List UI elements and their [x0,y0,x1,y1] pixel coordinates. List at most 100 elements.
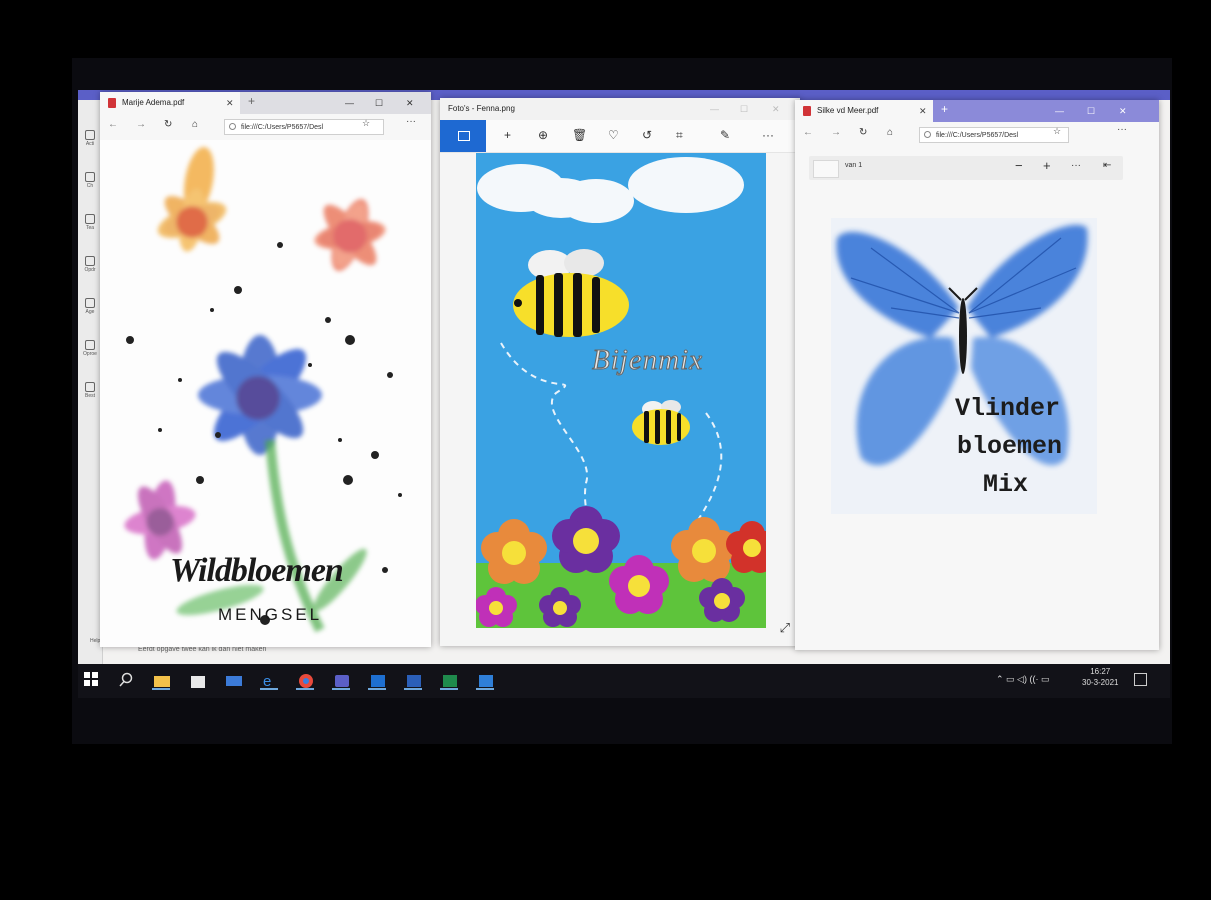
page-number-field[interactable] [813,160,839,178]
tab-silke-vd-meer[interactable]: Silke vd Meer.pdf ✕ [795,100,933,122]
edge-pdf-window-2: Silke vd Meer.pdf ✕ + — ☐ ✕ ← → ↻ ⌂ file… [795,100,1159,650]
word-icon[interactable] [404,672,422,690]
pdf-page: Wildbloemen MENGSEL [100,140,431,647]
close-window-button[interactable]: ✕ [406,92,414,114]
store-icon[interactable] [188,672,206,688]
notification-icon[interactable] [1134,673,1147,686]
address-bar: ← → ↻ ⌂ file:///C:/Users/P5657/Desl ☆ ··… [100,114,431,141]
butterfly-illustration: Vlinder bloemen Mix [831,218,1097,514]
image-icon [458,131,470,141]
see-all-photos-button[interactable] [440,120,486,152]
maximize-button[interactable]: ☐ [740,98,748,120]
favorite-star-icon[interactable]: ☆ [362,118,370,129]
pin-toolbar-icon[interactable]: ⇤ [1103,160,1111,171]
refresh-icon[interactable]: ↻ [859,127,867,138]
zoom-out-button[interactable]: − [1015,158,1023,173]
mail-icon[interactable] [224,672,242,688]
minimize-button[interactable]: — [710,98,719,120]
tab-marije-adema[interactable]: Marije Adema.pdf ✕ [100,92,240,114]
minimize-button[interactable]: — [1055,100,1064,122]
info-icon [924,131,931,138]
more-menu-icon[interactable]: ··· [762,128,774,142]
photos-window: Foto's - Fenna.png — ☐ ✕ + ⊕ 🗑 ♡ ↺ ⌗ ✎ ·… [440,98,800,646]
doc-line-1: Vlinder [955,394,1061,423]
rotate-icon[interactable]: ↺ [642,128,652,142]
windows-start-icon[interactable] [84,672,102,688]
title-bar: Foto's - Fenna.png — ☐ ✕ [440,98,800,120]
rail-item-teams[interactable]: Tea [80,214,100,231]
more-menu-icon[interactable]: ··· [1071,160,1081,171]
address-bar: ← → ↻ ⌂ file:///C:/Users/P5657/Desl ☆ ··… [795,122,1159,149]
photos-toolbar: + ⊕ 🗑 ♡ ↺ ⌗ ✎ ··· [440,120,800,153]
assignments-icon [85,256,95,266]
phone-icon [85,340,95,350]
pdf-icon [803,106,811,116]
forward-icon[interactable]: → [136,119,146,130]
clock[interactable]: 16:27 30-3-2021 [1082,666,1118,688]
back-icon[interactable]: ← [803,127,813,138]
pdf-viewer: van 1 − + ··· ⇤ Vlinder bloemen Mix [795,148,1159,650]
minimize-button[interactable]: — [345,92,354,114]
files-icon [85,382,95,392]
tab-bar: Silke vd Meer.pdf ✕ + — ☐ ✕ [795,100,1159,122]
edge-icon[interactable]: e [260,672,278,690]
clock-date: 30-3-2021 [1082,678,1119,687]
zoom-in-button[interactable]: + [1043,158,1051,173]
window-title: Foto's - Fenna.png [448,104,515,113]
more-menu-icon[interactable]: ··· [406,116,416,127]
rail-item-calls[interactable]: Oproe [80,340,100,357]
calendar-icon [85,298,95,308]
edit-icon[interactable]: ✎ [720,128,730,142]
tab-bar: Marije Adema.pdf ✕ + — ☐ ✕ [100,92,431,114]
teams-icon[interactable] [332,672,350,690]
rail-item-calendar[interactable]: Age [80,298,100,315]
rail-item-assignments[interactable]: Opdr [80,256,100,273]
chrome-icon[interactable] [296,672,314,690]
favorite-star-icon[interactable]: ☆ [1053,126,1061,137]
edge-pdf-window-1: Marije Adema.pdf ✕ + — ☐ ✕ ← → ↻ ⌂ file:… [100,92,431,647]
add-icon[interactable]: + [504,128,511,142]
excel-icon[interactable] [440,672,458,690]
url-field[interactable]: file:///C:/Users/P5657/Desl [224,119,384,135]
maximize-button[interactable]: ☐ [1087,100,1095,122]
taskbar: e ⌃ ▭ ◁) ((· ▭ 16:27 30-3-2021 [78,664,1170,698]
zoom-icon[interactable]: ⊕ [538,128,548,142]
new-tab-button[interactable]: + [248,94,255,108]
help-item[interactable]: Help [90,638,100,644]
forward-icon[interactable]: → [831,127,841,138]
crop-icon[interactable]: ⌗ [676,128,683,143]
close-window-button[interactable]: ✕ [772,98,780,120]
teams-icon [85,214,95,224]
rail-item-activity[interactable]: Acti [80,130,100,147]
home-icon[interactable]: ⌂ [192,119,198,130]
back-icon[interactable]: ← [108,119,118,130]
refresh-icon[interactable]: ↻ [164,119,172,130]
system-tray-icons[interactable]: ⌃ ▭ ◁) ((· ▭ [996,674,1049,685]
photos-icon[interactable] [476,672,494,690]
pdf-icon [108,98,116,108]
rail-item-files[interactable]: Best [80,382,100,399]
heart-icon[interactable]: ♡ [608,128,619,142]
doc-subtitle: MENGSEL [218,605,323,624]
bee-picture [475,153,778,628]
close-tab-icon[interactable]: ✕ [919,100,927,122]
outlook-icon[interactable] [368,672,386,690]
butterfly-picture [831,218,1097,514]
search-icon[interactable] [118,672,136,688]
close-tab-icon[interactable]: ✕ [226,92,234,114]
more-menu-icon[interactable]: ··· [1117,124,1127,135]
doc-line-3: Mix [983,470,1029,499]
rail-item-chat[interactable]: Ch [80,172,100,189]
delete-icon[interactable]: 🗑 [572,128,587,142]
home-icon[interactable]: ⌂ [887,127,893,138]
bee-illustration [475,153,778,628]
clock-time: 16:27 [1090,667,1111,676]
maximize-button[interactable]: ☐ [375,92,383,114]
doc-line-2: bloemen [957,432,1063,461]
expand-icon[interactable]: ⤢ [780,620,790,636]
close-window-button[interactable]: ✕ [1119,100,1127,122]
url-field[interactable]: file:///C:/Users/P5657/Desl [919,127,1069,143]
file-explorer-icon[interactable] [152,672,170,690]
new-tab-button[interactable]: + [941,102,948,116]
bell-icon [85,130,95,140]
